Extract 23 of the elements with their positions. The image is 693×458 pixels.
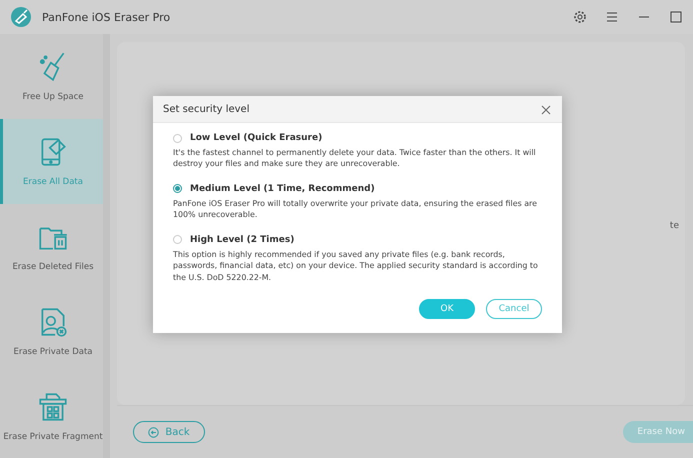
background-text: te [670, 220, 679, 230]
option-label: Low Level (Quick Erasure) [190, 133, 322, 143]
ok-button[interactable]: OK [419, 299, 475, 320]
dialog-title: Set security level [163, 104, 250, 114]
sidebar-item[interactable]: Erase Deleted Files [0, 204, 103, 288]
close-button[interactable] [540, 103, 552, 115]
radio-button[interactable] [173, 134, 182, 142]
option-label: High Level (2 Times) [190, 234, 294, 245]
back-button[interactable]: Back [133, 421, 205, 443]
menu-icon[interactable] [605, 10, 619, 24]
radio-button[interactable] [173, 184, 182, 194]
sidebar-item[interactable]: Erase Private Fragment [0, 373, 103, 458]
cancel-button[interactable]: Cancel [486, 299, 542, 320]
settings-icon[interactable] [573, 10, 587, 24]
app-logo-icon [10, 6, 32, 28]
sidebar-item[interactable]: Erase All Data [0, 118, 103, 204]
sidebar-item[interactable]: Free Up Space [0, 34, 103, 119]
option-label: Medium Level (1 Time, Recommend) [190, 184, 375, 194]
sidebar-item[interactable]: Erase Private Data [0, 288, 103, 374]
window-title: PanFone iOS Eraser Pro [42, 10, 172, 24]
erase-now-button[interactable]: Erase Now [623, 421, 693, 443]
maximize-icon[interactable] [669, 10, 683, 24]
radio-button[interactable] [173, 235, 182, 244]
